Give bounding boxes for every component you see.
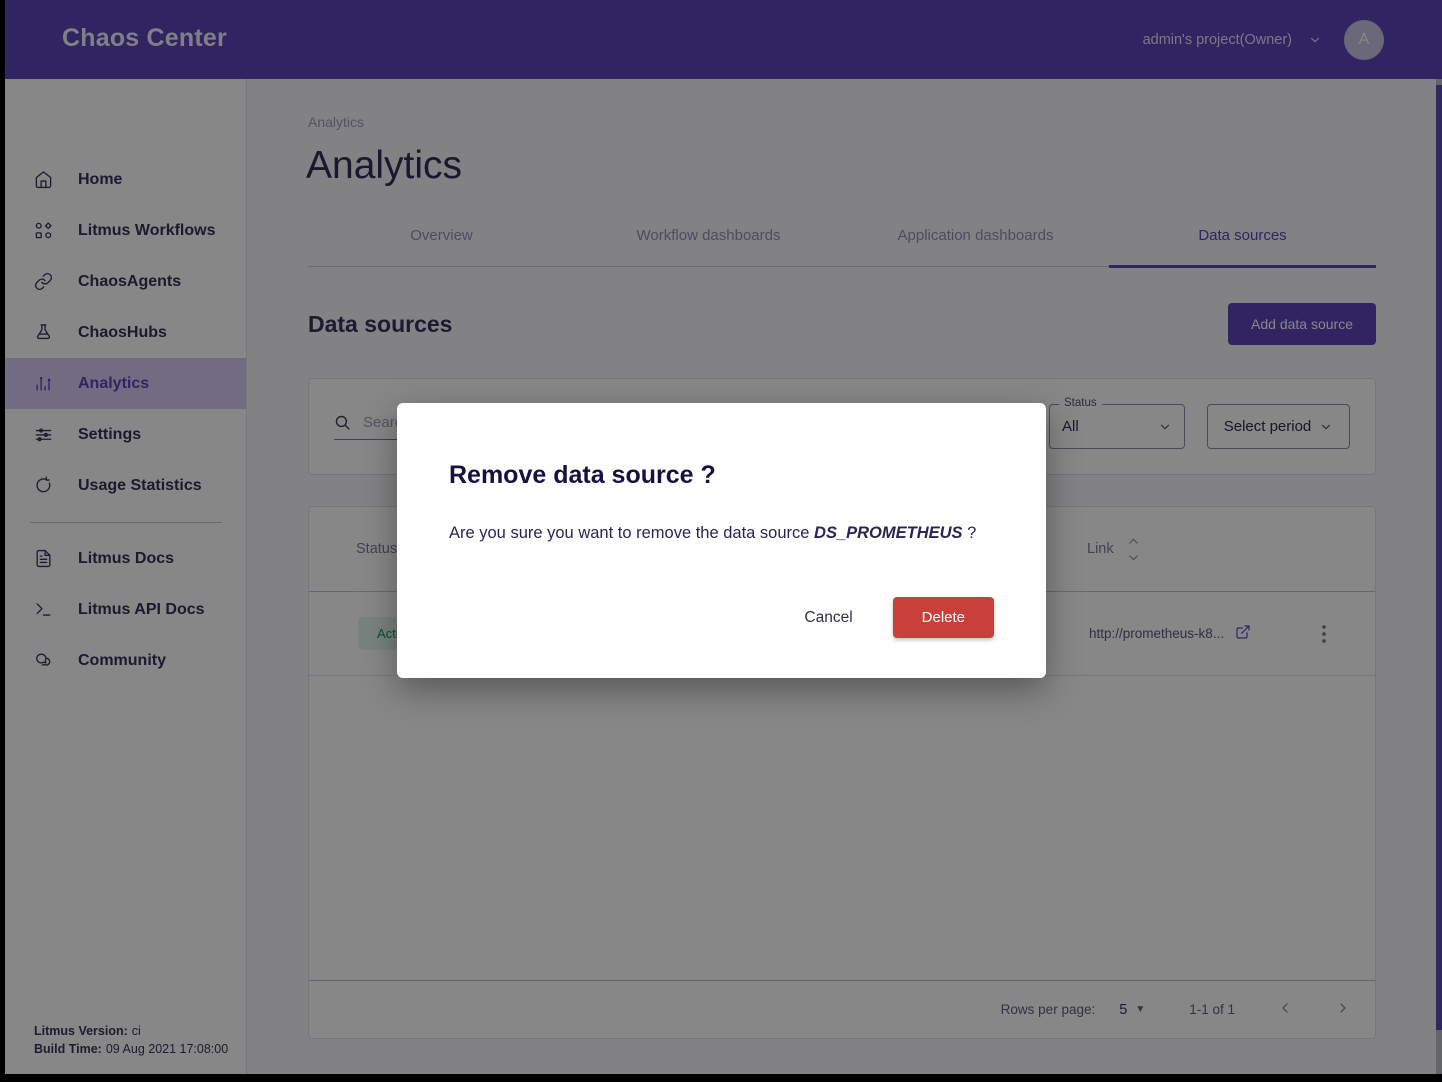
delete-button[interactable]: Delete [893, 597, 994, 638]
modal-message-prefix: Are you sure you want to remove the data… [449, 524, 814, 542]
modal-title: Remove data source ? [449, 461, 994, 490]
cancel-button[interactable]: Cancel [790, 599, 866, 637]
remove-data-source-modal: Remove data source ? Are you sure you wa… [397, 403, 1046, 678]
modal-message: Are you sure you want to remove the data… [449, 524, 994, 543]
data-source-name: DS_PROMETHEUS [814, 524, 963, 542]
modal-message-suffix: ? [963, 524, 977, 542]
